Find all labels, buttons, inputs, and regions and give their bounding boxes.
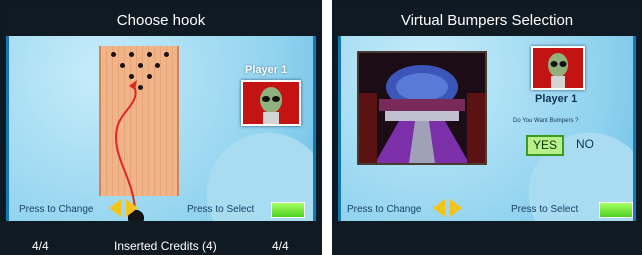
arrow-right-icon[interactable] <box>450 199 462 217</box>
inserted-credits: Inserted Credits (4) <box>114 239 217 253</box>
bumpers-selection-screen: Virtual Bumpers Selection Player 1 Do Yo… <box>332 0 642 255</box>
select-button[interactable] <box>271 202 305 218</box>
hook-selection-screen: Choose hook Player 1 Press to Change Pre… <box>0 0 322 255</box>
footer-bar <box>332 221 642 255</box>
player-label: Player 1 <box>535 93 578 105</box>
left-count: 4/4 <box>32 239 49 253</box>
bowling-alley-preview <box>357 51 487 165</box>
no-button[interactable]: NO <box>576 137 594 151</box>
press-to-select-label: Press to Select <box>511 204 579 215</box>
screen-title: Virtual Bumpers Selection <box>336 6 638 36</box>
arrow-left-icon[interactable] <box>433 199 445 217</box>
screen-title: Choose hook <box>4 6 318 36</box>
press-to-change-label: Press to Change <box>19 204 94 215</box>
credits-bar: 4/4 Inserted Credits (4) 4/4 <box>0 221 322 255</box>
press-to-select-label: Press to Select <box>187 204 255 215</box>
bumpers-play-area: Player 1 Do You Want Bumpers ? YES NO Pr… <box>338 36 636 221</box>
select-button[interactable] <box>599 202 633 218</box>
yes-button[interactable]: YES <box>526 135 564 156</box>
press-to-change-label: Press to Change <box>347 204 422 215</box>
alien-avatar-icon <box>241 80 301 126</box>
alien-avatar-icon <box>531 46 585 90</box>
right-count: 4/4 <box>272 239 289 253</box>
hook-play-area: Player 1 Press to Change Press to Select <box>6 36 316 221</box>
arrow-left-icon[interactable] <box>109 199 121 217</box>
player-label: Player 1 <box>245 64 288 76</box>
bumpers-question: Do You Want Bumpers ? <box>513 118 579 124</box>
arrow-right-icon[interactable] <box>126 199 138 217</box>
